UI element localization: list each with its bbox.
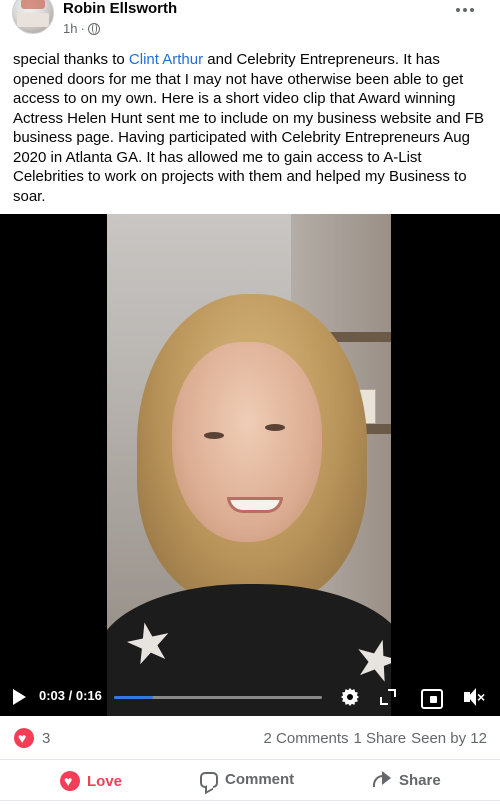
comment-bubble-icon <box>200 771 218 788</box>
comments-count[interactable]: 2 Comments <box>264 730 349 747</box>
mention-link[interactable]: Clint Arthur <box>129 51 203 68</box>
author-name[interactable]: Robin Ellsworth <box>63 0 177 17</box>
progress-bar[interactable] <box>114 696 322 699</box>
expand-icon[interactable] <box>376 685 400 709</box>
love-button[interactable]: Love <box>60 771 122 791</box>
more-options-icon[interactable] <box>456 8 474 12</box>
seen-by-count[interactable]: Seen by 12 <box>411 730 487 747</box>
post-text-start: special thanks to <box>13 51 129 68</box>
love-label: Love <box>87 772 123 790</box>
avatar[interactable] <box>12 0 54 34</box>
gear-icon[interactable] <box>338 685 362 709</box>
video-time: 0:03 / 0:16 <box>39 688 102 703</box>
progress-fill <box>114 696 153 699</box>
video-controls: 0:03 / 0:16 × <box>0 679 500 716</box>
video-player[interactable]: 0:03 / 0:16 × <box>0 214 500 716</box>
comment-button[interactable]: Comment <box>200 771 294 788</box>
muted-speaker-icon[interactable]: × <box>462 685 486 709</box>
post-header: Robin Ellsworth 1h · <box>0 0 500 44</box>
reaction-count[interactable]: 3 <box>42 730 50 747</box>
post-actions: Love Comment Share <box>0 761 500 801</box>
picture-in-picture-icon[interactable] <box>418 685 443 709</box>
globe-icon <box>87 22 100 35</box>
shares-count[interactable]: 1 Share <box>354 730 407 747</box>
share-button[interactable]: Share <box>372 771 441 789</box>
post-text: special thanks to Clint Arthur and Celeb… <box>13 50 491 206</box>
love-reaction-icon[interactable] <box>14 728 34 748</box>
comment-label: Comment <box>225 771 295 788</box>
meta-separator: · <box>80 21 85 36</box>
post-text-rest: and Celebrity Entrepreneurs. It has open… <box>13 51 485 205</box>
share-label: Share <box>399 771 441 789</box>
love-icon <box>60 771 80 791</box>
post-meta: 1h · <box>63 21 100 36</box>
play-icon[interactable] <box>13 689 26 705</box>
post-time[interactable]: 1h <box>63 21 77 36</box>
share-arrow-icon <box>372 771 392 789</box>
video-frame <box>107 214 391 716</box>
post-stats: 3 2 Comments 1 Share Seen by 12 <box>0 716 500 760</box>
